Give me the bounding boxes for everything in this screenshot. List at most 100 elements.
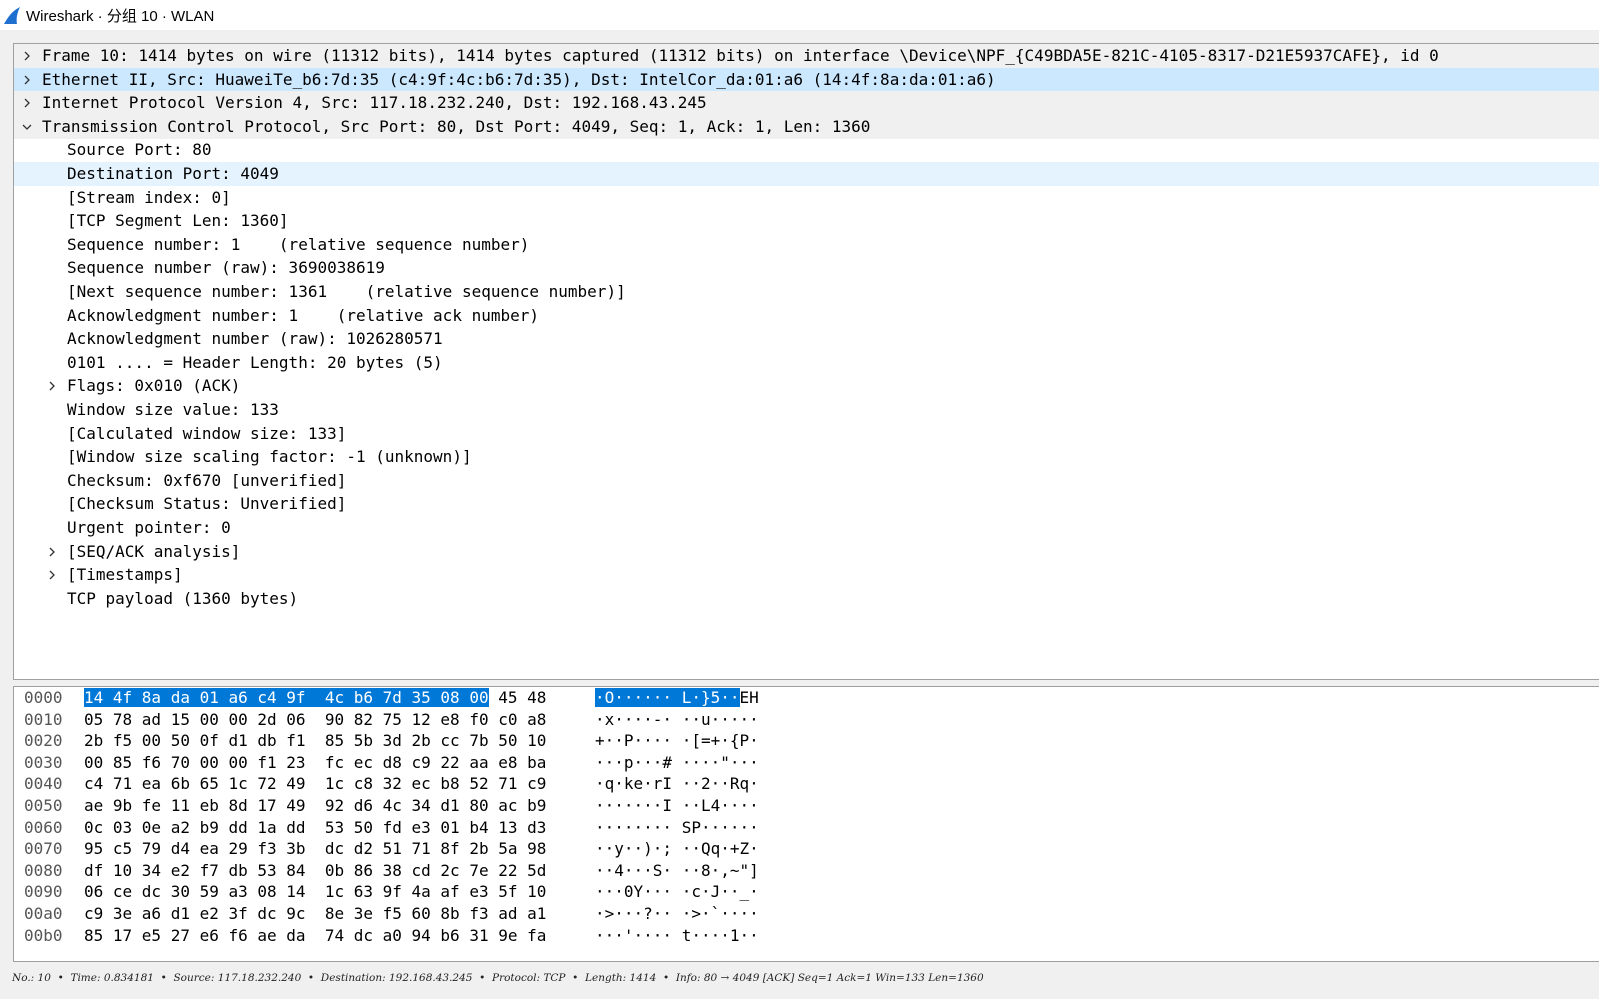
tree-row[interactable]: Internet Protocol Version 4, Src: 117.18… <box>14 91 1599 116</box>
hex-bytes[interactable]: df 10 34 e2 f7 db 53 84 0b 86 38 cd 2c 7… <box>84 860 546 882</box>
hex-bytes[interactable]: 85 17 e5 27 e6 f6 ae da 74 dc a0 94 b6 3… <box>84 925 546 947</box>
tree-row-label: Frame 10: 1414 bytes on wire (11312 bits… <box>42 46 1439 65</box>
tree-row-label: Flags: 0x010 (ACK) <box>67 376 241 396</box>
hex-bytes[interactable]: c4 71 ea 6b 65 1c 72 49 1c c8 32 ec b8 5… <box>84 773 546 795</box>
tree-row-label: Checksum: 0xf670 [unverified] <box>67 470 347 490</box>
hex-bytes[interactable]: ae 9b fe 11 eb 8d 17 49 92 d6 4c 34 d1 8… <box>84 795 546 817</box>
hex-bytes[interactable]: 0c 03 0e a2 b9 dd 1a dd 53 50 fd e3 01 b… <box>84 817 546 839</box>
tree-row[interactable]: [Timestamps] <box>14 563 1599 587</box>
unselected-ascii[interactable]: EH <box>740 688 759 707</box>
hex-ascii[interactable]: ·x····-· ··u····· <box>595 709 759 731</box>
hex-offset: 0020 <box>24 731 63 751</box>
tree-row[interactable]: Transmission Control Protocol, Src Port:… <box>14 114 1599 139</box>
tree-row[interactable]: Frame 10: 1414 bytes on wire (11312 bits… <box>14 44 1599 68</box>
hex-ascii[interactable]: ·q·ke·rI ··2··Rq· <box>595 773 759 795</box>
hex-offset: 0080 <box>24 860 63 880</box>
hex-offset: 0050 <box>24 796 63 815</box>
tree-row-label: Destination Port: 4049 <box>67 164 279 183</box>
hex-offset: 0010 <box>24 709 63 729</box>
selected-bytes[interactable]: 14 4f 8a da 01 a6 c4 9f 4c b6 7d 35 08 0… <box>84 688 489 707</box>
status-bar: No.: 10 • Time: 0.834181 • Source: 117.1… <box>0 962 1599 999</box>
hex-offset: 0040 <box>24 774 63 794</box>
tree-row[interactable]: [Window size scaling factor: -1 (unknown… <box>14 445 1599 469</box>
tree-row-label: [Calculated window size: 133] <box>67 423 347 443</box>
tree-row[interactable]: [TCP Segment Len: 1360] <box>14 209 1599 233</box>
tree-row[interactable]: [Checksum Status: Unverified] <box>14 492 1599 516</box>
hex-offset: 00b0 <box>24 925 63 945</box>
tree-row[interactable]: [Calculated window size: 133] <box>14 422 1599 446</box>
chevron-right-icon[interactable] <box>45 540 59 564</box>
hex-ascii[interactable]: ··y··)·; ··Qq·+Z· <box>595 838 759 860</box>
hex-ascii[interactable]: ··4···S· ··8·,~"] <box>595 860 759 882</box>
chevron-right-icon[interactable] <box>20 44 34 68</box>
hex-offset: 0030 <box>24 752 63 772</box>
hex-ascii[interactable]: +··P···· ·[=+·{P· <box>595 730 759 752</box>
title-bar: Wireshark · 分组 10 · WLAN <box>0 0 1599 30</box>
tree-row-label: Urgent pointer: 0 <box>67 518 231 537</box>
hex-offset: 00a0 <box>24 904 63 923</box>
tree-row[interactable]: [Next sequence number: 1361 (relative se… <box>14 280 1599 304</box>
hex-offset: 0060 <box>24 817 63 837</box>
tree-row[interactable]: Acknowledgment number: 1 (relative ack n… <box>14 304 1599 328</box>
chevron-down-icon[interactable] <box>20 115 34 139</box>
tree-row-label: Acknowledgment number: 1 (relative ack n… <box>67 305 540 325</box>
hex-bytes[interactable]: c9 3e a6 d1 e2 3f dc 9c 8e 3e f5 60 8b f… <box>84 903 546 925</box>
tree-row[interactable]: Flags: 0x010 (ACK) <box>14 374 1599 398</box>
wireshark-fin-icon <box>4 7 20 24</box>
selected-ascii[interactable]: ·O······ L·}5·· <box>595 688 740 707</box>
tree-row[interactable]: [SEQ/ACK analysis] <box>14 540 1599 564</box>
hex-bytes[interactable]: 2b f5 00 50 0f d1 db f1 85 5b 3d 2b cc 7… <box>84 730 546 752</box>
tree-row[interactable]: Sequence number (raw): 3690038619 <box>14 256 1599 280</box>
tree-row-label: 0101 .... = Header Length: 20 bytes (5) <box>67 352 443 372</box>
tree-row-label: Ethernet II, Src: HuaweiTe_b6:7d:35 (c4:… <box>42 69 996 89</box>
hex-ascii[interactable]: ···0Y··· ·c·J··_· <box>595 881 759 903</box>
tree-row-label: Window size value: 133 <box>67 400 279 419</box>
tree-row-label: [SEQ/ACK analysis] <box>67 541 241 561</box>
tree-row-label: Sequence number (raw): 3690038619 <box>67 258 385 278</box>
hex-bytes[interactable]: 95 c5 79 d4 ea 29 f3 3b dc d2 51 71 8f 2… <box>84 838 546 860</box>
hex-bytes[interactable]: 05 78 ad 15 00 00 2d 06 90 82 75 12 e8 f… <box>84 709 546 731</box>
tree-row-label: Sequence number: 1 (relative sequence nu… <box>67 234 530 254</box>
tree-row-label: [Stream index: 0] <box>67 187 231 207</box>
hex-offset: 0090 <box>24 882 63 902</box>
chevron-right-icon[interactable] <box>20 91 34 115</box>
tree-row-label: [Checksum Status: Unverified] <box>67 494 347 514</box>
window-title: Wireshark · 分组 10 · WLAN <box>26 7 215 25</box>
tree-row[interactable]: Checksum: 0xf670 [unverified] <box>14 469 1599 493</box>
hex-ascii[interactable]: ·O······ L·}5··EH <box>595 687 759 709</box>
hex-ascii[interactable]: ···p···# ····"··· <box>595 752 759 774</box>
tree-row[interactable]: Acknowledgment number (raw): 1026280571 <box>14 327 1599 351</box>
chevron-right-icon[interactable] <box>20 68 34 92</box>
tree-row-label: Transmission Control Protocol, Src Port:… <box>42 116 871 136</box>
packet-details-tree[interactable]: Frame 10: 1414 bytes on wire (11312 bits… <box>13 43 1599 680</box>
tree-row-label: [Next sequence number: 1361 (relative se… <box>67 282 626 301</box>
tree-row[interactable]: Destination Port: 4049 <box>14 162 1599 186</box>
hex-ascii[interactable]: ·>···?·· ·>·`···· <box>595 903 759 925</box>
tree-row[interactable]: [Stream index: 0] <box>14 186 1599 210</box>
tree-row-label: Acknowledgment number (raw): 1026280571 <box>67 329 443 349</box>
tree-row[interactable]: Sequence number: 1 (relative sequence nu… <box>14 233 1599 257</box>
hex-bytes[interactable]: 00 85 f6 70 00 00 f1 23 fc ec d8 c9 22 a… <box>84 752 546 774</box>
tree-row[interactable]: Urgent pointer: 0 <box>14 516 1599 540</box>
tree-row-label: Internet Protocol Version 4, Src: 117.18… <box>42 93 707 113</box>
hex-bytes[interactable]: 06 ce dc 30 59 a3 08 14 1c 63 9f 4a af e… <box>84 881 546 903</box>
unselected-bytes[interactable]: 45 48 <box>489 688 546 707</box>
tree-row[interactable]: Source Port: 80 <box>14 138 1599 162</box>
tree-row[interactable]: Window size value: 133 <box>14 398 1599 422</box>
tree-row-label: Source Port: 80 <box>67 140 212 160</box>
tree-row-label: [Timestamps] <box>67 565 183 585</box>
hex-ascii[interactable]: ········ SP······ <box>595 817 759 839</box>
hex-ascii[interactable]: ·······I ··L4···· <box>595 795 759 817</box>
tree-row[interactable]: TCP payload (1360 bytes) <box>14 587 1599 611</box>
chevron-right-icon[interactable] <box>45 374 59 398</box>
tree-row-label: [TCP Segment Len: 1360] <box>67 211 289 231</box>
packet-bytes-pane[interactable]: 0000 14 4f 8a da 01 a6 c4 9f 4c b6 7d 35 … <box>13 686 1599 962</box>
chevron-right-icon[interactable] <box>45 563 59 587</box>
tree-row[interactable]: 0101 .... = Header Length: 20 bytes (5) <box>14 351 1599 375</box>
hex-offset: 0070 <box>24 839 63 859</box>
hex-offset: 0000 <box>24 688 63 707</box>
tree-row-label: [Window size scaling factor: -1 (unknown… <box>67 447 472 467</box>
hex-ascii[interactable]: ···'···· t····1·· <box>595 925 759 947</box>
hex-bytes[interactable]: 14 4f 8a da 01 a6 c4 9f 4c b6 7d 35 08 0… <box>84 687 546 709</box>
tree-row[interactable]: Ethernet II, Src: HuaweiTe_b6:7d:35 (c4:… <box>14 67 1599 92</box>
